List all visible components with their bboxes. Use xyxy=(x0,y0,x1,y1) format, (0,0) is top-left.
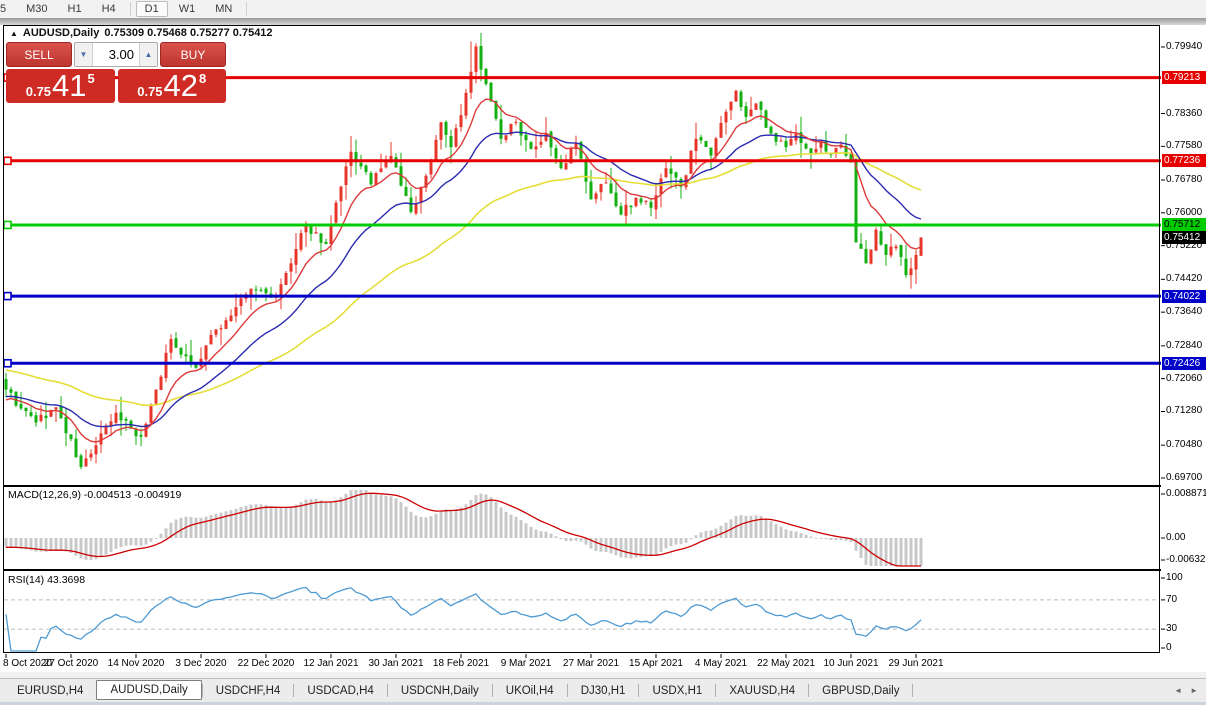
chart-tab-xauusd[interactable]: XAUUSD,H4 xyxy=(716,682,808,700)
rsi-indicator-label: RSI(14) 43.3698 xyxy=(8,574,86,586)
buy-price-pip: 8 xyxy=(199,71,207,86)
price-line-tag: 0.74022 xyxy=(1162,290,1206,303)
date-axis-label: 27 Mar 2021 xyxy=(562,658,620,669)
price-axis-label: 0.74420 xyxy=(1166,273,1203,284)
price-axis-label: 0.76780 xyxy=(1166,174,1203,185)
price-axis-label: 0.71280 xyxy=(1166,405,1203,416)
rsi-axis-label: 30 xyxy=(1166,623,1178,634)
symbol-period-label: AUDUSD,Daily xyxy=(22,27,100,39)
chart-tab-usdcnh[interactable]: USDCNH,Daily xyxy=(388,682,492,700)
buy-price-big: 42 xyxy=(163,68,199,103)
one-click-trade-panel: SELL ▼ 3.00 ▲ BUY 0.75 41 5 0.75 42 8 xyxy=(6,42,226,103)
rsi-axis-label: 70 xyxy=(1166,594,1178,605)
price-axis-label: 0.78360 xyxy=(1166,108,1203,119)
sell-price-pip: 5 xyxy=(87,71,95,86)
date-axis-label: 27 Oct 2020 xyxy=(43,658,99,669)
date-axis-label: 3 Dec 2020 xyxy=(175,658,227,669)
macd-axis-label: 0.00 xyxy=(1166,532,1186,543)
rsi-axis-label: 0 xyxy=(1166,642,1172,653)
chart-tab-usdchf[interactable]: USDCHF,H4 xyxy=(203,682,294,700)
price-axis-label: 0.69700 xyxy=(1166,472,1203,483)
sell-price-big: 41 xyxy=(52,68,87,103)
chart-tab-usdx[interactable]: USDX,H1 xyxy=(639,682,715,700)
macd-axis-label: -0.00632 xyxy=(1166,554,1206,565)
price-axis-label: 0.77580 xyxy=(1166,140,1203,151)
date-axis-label: 15 Apr 2021 xyxy=(629,658,683,669)
current-price-tag: 0.75412 xyxy=(1162,231,1206,244)
date-axis-label: 4 May 2021 xyxy=(694,658,748,669)
volume-increase-button[interactable]: ▲ xyxy=(139,43,157,66)
date-axis-label: 22 Dec 2020 xyxy=(237,658,295,669)
price-axis-label: 0.70480 xyxy=(1166,439,1203,450)
volume-decrease-button[interactable]: ▼ xyxy=(75,43,93,66)
buy-price-display[interactable]: 0.75 42 8 xyxy=(117,68,226,103)
sell-price-prefix: 0.75 xyxy=(25,84,52,99)
buy-price-prefix: 0.75 xyxy=(137,84,163,99)
buy-button[interactable]: BUY xyxy=(160,42,226,67)
tab-scroll-right-icon[interactable]: ► xyxy=(1190,686,1198,695)
date-axis-label: 14 Nov 2020 xyxy=(107,658,165,669)
chart-tab-audusd[interactable]: AUDUSD,Daily xyxy=(96,680,202,700)
date-axis-label: 10 Jun 2021 xyxy=(823,658,879,669)
collapse-arrow-icon[interactable]: ▲ xyxy=(10,29,18,38)
price-axis-label: 0.72840 xyxy=(1166,340,1203,351)
rsi-axis-label: 100 xyxy=(1166,572,1183,583)
sell-button[interactable]: SELL xyxy=(6,42,72,67)
price-axis-label: 0.73640 xyxy=(1166,306,1203,317)
macd-indicator-label: MACD(12,26,9) -0.004513 -0.004919 xyxy=(8,489,182,501)
date-axis-label: 18 Feb 2021 xyxy=(432,658,490,669)
chart-tab-gbpusd[interactable]: GBPUSD,Daily xyxy=(809,682,912,700)
mt4-window: 5 M30 H1 H4 D1 W1 MN ▲ AUDUSD,Daily 0.75309 0.… xyxy=(0,0,1206,705)
date-axis-label: 22 May 2021 xyxy=(757,658,815,669)
chart-tab-bar: EURUSD,H4 AUDUSD,Daily USDCHF,H4 USDCAD,H4 U… xyxy=(0,678,1206,702)
price-line-tag: 0.77236 xyxy=(1162,154,1206,167)
rsi-panel-separator[interactable] xyxy=(3,569,1161,571)
price-line-tag: 0.72426 xyxy=(1162,357,1206,370)
chart-tab-usdcad[interactable]: USDCAD,H4 xyxy=(294,682,386,700)
sell-price-display[interactable]: 0.75 41 5 xyxy=(6,69,115,103)
price-axis-label: 0.79940 xyxy=(1166,41,1203,52)
chart-tab-dj30[interactable]: DJ30,H1 xyxy=(568,682,639,700)
tab-scroll-left-icon[interactable]: ◄ xyxy=(1174,686,1182,695)
volume-input[interactable]: 3.00 xyxy=(93,43,139,66)
chart-plot-frame xyxy=(3,25,1160,653)
price-line-tag: 0.75712 xyxy=(1162,218,1206,231)
macd-axis-label: 0.008871 xyxy=(1166,488,1206,499)
chart-title: ▲ AUDUSD,Daily 0.75309 0.75468 0.75277 0… xyxy=(10,27,273,39)
price-line-tag: 0.79213 xyxy=(1162,71,1206,84)
date-axis-label: 12 Jan 2021 xyxy=(303,658,359,669)
date-axis-label: 9 Mar 2021 xyxy=(500,658,552,669)
macd-panel-separator[interactable] xyxy=(3,485,1161,487)
date-axis-label: 29 Jun 2021 xyxy=(888,658,944,669)
chart-tab-ukoil[interactable]: UKOil,H4 xyxy=(493,682,567,700)
price-axis-label: 0.72060 xyxy=(1166,373,1203,384)
ohlc-values: 0.75309 0.75468 0.75277 0.75412 xyxy=(104,27,273,39)
chart-tab-eurusd[interactable]: EURUSD,H4 xyxy=(4,682,96,700)
date-axis-label: 30 Jan 2021 xyxy=(368,658,424,669)
volume-control: ▼ 3.00 ▲ xyxy=(74,42,158,67)
tab-separator xyxy=(912,684,914,697)
